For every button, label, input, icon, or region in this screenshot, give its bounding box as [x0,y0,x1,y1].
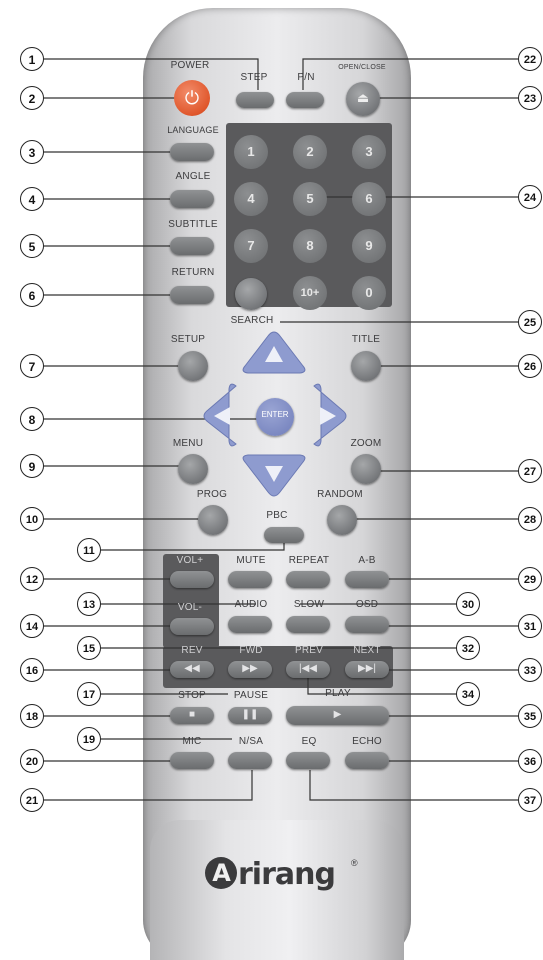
callout-10: 10 [20,507,44,531]
echo-button[interactable] [345,752,389,769]
previous-icon: |◀◀ [299,663,317,674]
callout-14: 14 [20,614,44,638]
repeat-button[interactable] [286,571,330,588]
rev-button[interactable]: ◀◀ [170,661,214,678]
label-pbc: PBC [266,510,288,521]
osd-button[interactable] [345,616,389,633]
rewind-icon: ◀◀ [184,663,200,674]
label-nsa: N/SA [238,736,264,747]
callout-21: 21 [20,788,44,812]
callout-31: 31 [518,614,542,638]
callout-24: 24 [518,185,542,209]
eq-button[interactable] [286,752,330,769]
vol-minus-button[interactable] [170,618,214,635]
callout-36: 36 [518,749,542,773]
fast-forward-icon: ▶▶ [242,663,258,674]
label-prog: PROG [196,489,228,500]
callout-27: 27 [518,459,542,483]
nsa-button[interactable] [228,752,272,769]
brand-logo: Arirang [205,857,336,892]
zoom-button[interactable] [351,454,381,484]
callout-19: 19 [77,727,101,751]
registered-mark: ® [351,858,358,868]
callout-30: 30 [456,592,480,616]
callout-8: 8 [20,407,44,431]
callout-12: 12 [20,567,44,591]
label-menu: MENU [172,438,204,449]
label-ab: A-B [358,555,376,566]
stop-button[interactable]: ■ [170,707,214,724]
callout-16: 16 [20,658,44,682]
callout-29: 29 [518,567,542,591]
pause-icon: ❚❚ [241,709,259,720]
callout-23: 23 [518,86,542,110]
callout-3: 3 [20,140,44,164]
label-random: RANDOM [317,489,363,500]
callout-17: 17 [77,682,101,706]
callout-6: 6 [20,283,44,307]
next-icon: ▶▶| [358,663,376,674]
label-eq: EQ [301,736,317,747]
audio-button[interactable] [228,616,272,633]
label-zoom: ZOOM [350,438,382,449]
pause-button[interactable]: ❚❚ [228,707,272,724]
label-fwd: FWD [239,645,263,656]
mute-button[interactable] [228,571,272,588]
callout-5: 5 [20,234,44,258]
mic-button[interactable] [170,752,214,769]
label-play: PLAY [325,688,351,699]
callout-7: 7 [20,354,44,378]
callout-2: 2 [20,86,44,110]
label-next: NEXT [353,645,381,656]
prog-button[interactable] [198,505,228,535]
ab-button[interactable] [345,571,389,588]
callout-22: 22 [518,47,542,71]
vol-plus-button[interactable] [170,571,214,588]
brand-name: rirang [238,857,336,892]
menu-button[interactable] [178,454,208,484]
label-osd: OSD [355,599,379,610]
enter-label: ENTER [261,410,289,419]
prev-button[interactable]: |◀◀ [286,661,330,678]
callout-35: 35 [518,704,542,728]
callout-11: 11 [77,538,101,562]
brand-initial: A [205,857,237,889]
callout-15: 15 [77,636,101,660]
label-rev: REV [181,645,203,656]
stop-icon: ■ [188,709,196,720]
next-button[interactable]: ▶▶| [345,661,389,678]
fwd-button[interactable]: ▶▶ [228,661,272,678]
callout-25: 25 [518,310,542,334]
callout-28: 28 [518,507,542,531]
callout-9: 9 [20,454,44,478]
label-echo: ECHO [352,736,382,747]
callout-26: 26 [518,354,542,378]
random-button[interactable] [327,505,357,535]
callout-18: 18 [20,704,44,728]
label-pause: PAUSE [233,690,269,701]
pbc-button[interactable] [264,527,304,543]
enter-button[interactable]: ENTER [256,398,294,436]
label-slow: SLOW [293,599,325,610]
callout-20: 20 [20,749,44,773]
label-vol-minus: VOL- [177,602,203,613]
callout-37: 37 [518,788,542,812]
label-mute: MUTE [236,555,266,566]
label-stop: STOP [178,690,206,701]
slow-button[interactable] [286,616,330,633]
label-repeat: REPEAT [288,555,330,566]
play-button[interactable]: ▶ [286,706,389,725]
callout-4: 4 [20,187,44,211]
label-prev: PREV [294,645,324,656]
label-mic: MIC [182,736,202,747]
callout-13: 13 [77,592,101,616]
play-icon: ▶ [333,709,342,720]
direction-pad [203,331,347,497]
callout-1: 1 [20,47,44,71]
label-audio: AUDIO [234,599,268,610]
callout-32: 32 [456,636,480,660]
label-vol-plus: VOL+ [176,555,204,566]
callout-34: 34 [456,682,480,706]
callout-33: 33 [518,658,542,682]
